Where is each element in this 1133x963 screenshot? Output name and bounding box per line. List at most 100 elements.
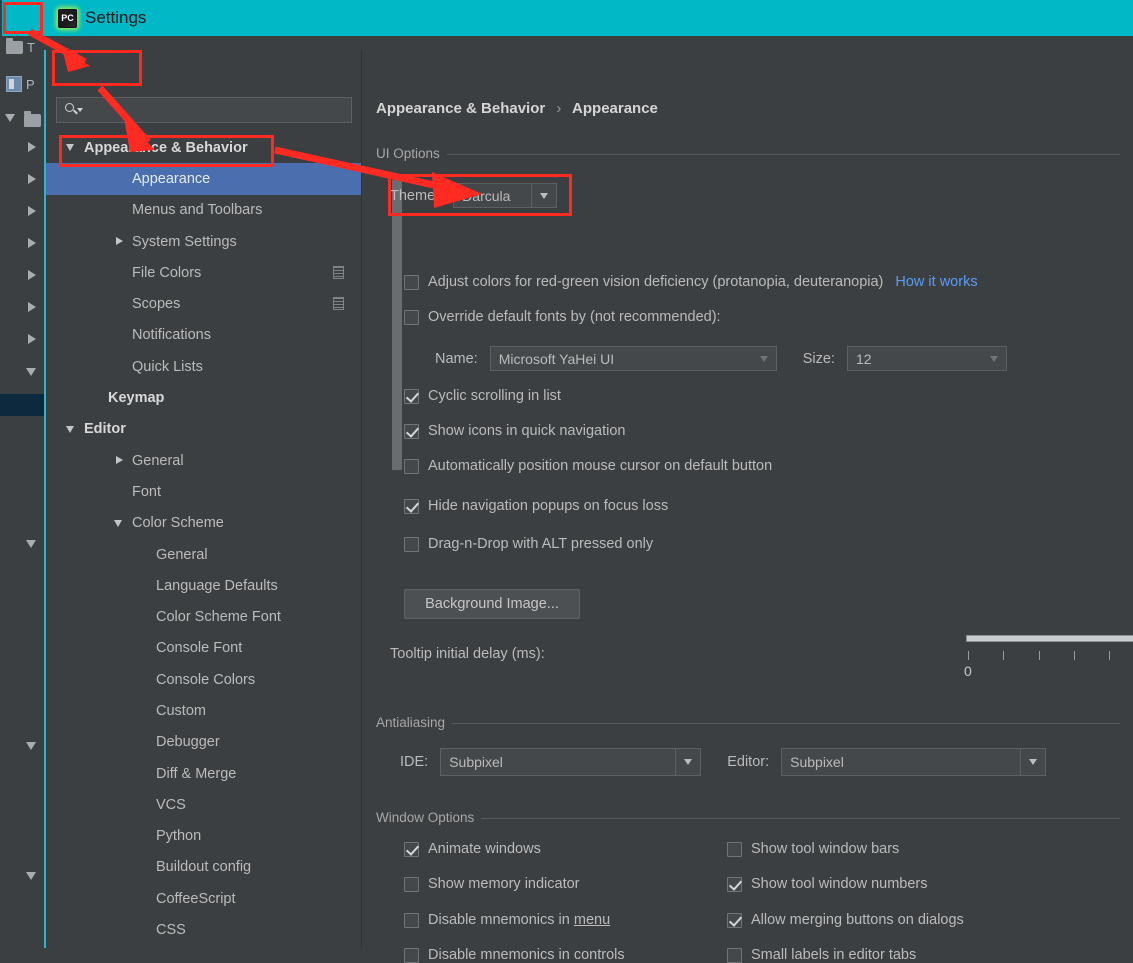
dialog-title: Settings <box>85 8 147 27</box>
checkbox-show-tool-window-numbers[interactable] <box>727 876 742 892</box>
tree-item-color-scheme[interactable]: Color Scheme <box>46 508 362 539</box>
config-scheme-icon[interactable] <box>333 297 344 311</box>
tree-item-font[interactable]: Font <box>46 476 362 507</box>
tree-item-general[interactable]: General <box>46 445 362 476</box>
ui-option-row[interactable]: Hide navigation popups on focus loss <box>404 498 668 514</box>
tree-item-debugger[interactable]: Debugger <box>46 727 362 758</box>
tree-item-label: Color Scheme Font <box>156 609 281 626</box>
checkbox-show-memory-indicator[interactable] <box>404 876 419 892</box>
tree-item-language-defaults[interactable]: Language Defaults <box>46 570 362 601</box>
window-option-row[interactable]: Small labels in editor tabs <box>727 947 916 963</box>
checkbox-drag-n-drop-with-alt-pressed-only[interactable] <box>404 536 419 552</box>
tree-item-general[interactable]: General <box>46 539 362 570</box>
checkbox-label: Cyclic scrolling in list <box>428 388 561 404</box>
chevron-down-icon[interactable] <box>675 749 700 775</box>
window-option-row[interactable]: Show tool window numbers <box>727 876 928 892</box>
window-option-row[interactable]: Allow merging buttons on dialogs <box>727 912 964 928</box>
tree-twisty-bg-10 <box>26 742 36 750</box>
how-it-works-link[interactable]: How it works <box>895 274 977 290</box>
window-option-row[interactable]: Disable mnemonics in menu <box>404 912 610 928</box>
tree-twisty-bg-6 <box>28 302 36 312</box>
adjust-colors-checkbox[interactable] <box>404 274 419 290</box>
tree-item-appearance[interactable]: Appearance <box>46 163 362 195</box>
settings-tree-panel: Appearance & Behavior Appearance Menus and… <box>46 50 362 948</box>
font-size-select[interactable]: 12 <box>846 346 1007 371</box>
window-options-title: Window Options <box>376 810 482 825</box>
slider-track[interactable] <box>966 635 1133 642</box>
window-option-row[interactable]: Show memory indicator <box>404 876 580 892</box>
chevron-down-icon[interactable] <box>982 347 1006 370</box>
chevron-down-icon[interactable] <box>66 144 74 151</box>
tree-item-vcs[interactable]: VCS <box>46 789 362 820</box>
tree-item-color-scheme-font[interactable]: Color Scheme Font <box>46 601 362 632</box>
background-image-button[interactable]: Background Image... <box>404 589 580 619</box>
chevron-down-icon[interactable] <box>531 184 556 207</box>
window-option-row[interactable]: Disable mnemonics in controls <box>404 947 625 963</box>
tree-item-label: General <box>156 546 208 563</box>
tree-item-quick-lists[interactable]: Quick Lists <box>46 351 362 382</box>
tree-item-console-colors[interactable]: Console Colors <box>46 664 362 695</box>
checkbox-allow-merging-buttons-on-dialogs[interactable] <box>727 912 742 928</box>
chevron-down-icon[interactable] <box>752 347 776 370</box>
tree-item-appearance-behavior[interactable]: Appearance & Behavior <box>46 132 362 163</box>
tooltip-delay-slider[interactable]: 0 1200 <box>954 627 1133 687</box>
tree-item-buildout-config[interactable]: Buildout config <box>46 852 362 883</box>
tool-window-button-p[interactable]: P <box>6 76 35 92</box>
search-icon <box>65 103 83 117</box>
editor-antialiasing-select[interactable]: Subpixel <box>781 748 1047 776</box>
checkbox-show-tool-window-bars[interactable] <box>727 841 742 857</box>
checkbox-hide-navigation-popups-on-focus-loss[interactable] <box>404 498 419 514</box>
tree-twisty-bg-5 <box>28 270 36 280</box>
tree-item-notifications[interactable]: Notifications <box>46 320 362 351</box>
tool-window-button-t[interactable]: T <box>6 38 35 55</box>
ui-option-row[interactable]: Drag-n-Drop with ALT pressed only <box>404 536 653 552</box>
breadcrumb-parent[interactable]: Appearance & Behavior <box>376 100 545 117</box>
ide-antialiasing-select[interactable]: Subpixel <box>440 748 702 776</box>
tree-item-scopes[interactable]: Scopes <box>46 288 362 319</box>
tree-item-system-settings[interactable]: System Settings <box>46 226 362 257</box>
theme-value: Darcula <box>462 187 511 204</box>
tree-item-css[interactable]: CSS <box>46 914 362 945</box>
tree-item-editor[interactable]: Editor <box>46 414 362 445</box>
tree-item-menus-and-toolbars[interactable]: Menus and Toolbars <box>46 195 362 226</box>
checkbox-automatically-position-mouse-cursor-on-default-button[interactable] <box>404 458 419 474</box>
checkbox-label: Show memory indicator <box>428 876 580 892</box>
window-option-row[interactable]: Animate windows <box>404 841 541 857</box>
tree-item-keymap[interactable]: Keymap <box>46 382 362 413</box>
checkbox-animate-windows[interactable] <box>404 841 419 857</box>
checkbox-disable-mnemonics-in-menu[interactable] <box>404 912 419 928</box>
tree-item-label: Console Font <box>156 640 243 657</box>
window-option-row[interactable]: Show tool window bars <box>727 841 899 857</box>
checkbox-label: Animate windows <box>428 841 541 857</box>
tree-item-console-font[interactable]: Console Font <box>46 633 362 664</box>
ui-option-row[interactable]: Automatically position mouse cursor on d… <box>404 458 772 474</box>
chevron-down-icon[interactable] <box>114 519 122 527</box>
checkbox-show-icons-in-quick-navigation[interactable] <box>404 423 419 439</box>
ui-option-row[interactable]: Show icons in quick navigation <box>404 423 625 439</box>
checkbox-small-labels-in-editor-tabs[interactable] <box>727 947 742 963</box>
chevron-right-icon[interactable] <box>116 455 123 464</box>
tree-item-label: Editor <box>84 421 126 438</box>
tree-item-diff-merge[interactable]: Diff & Merge <box>46 758 362 789</box>
tree-item-label: Custom <box>156 702 206 719</box>
theme-select[interactable]: Darcula <box>453 183 558 208</box>
chevron-right-icon[interactable] <box>116 236 123 245</box>
chevron-down-icon[interactable] <box>66 425 74 433</box>
slider-tick <box>1074 651 1075 660</box>
tree-item-custom[interactable]: Custom <box>46 695 362 726</box>
checkbox-cyclic-scrolling-in-list[interactable] <box>404 388 419 404</box>
chevron-down-icon[interactable] <box>1020 749 1045 775</box>
tree-item-python[interactable]: Python <box>46 821 362 852</box>
search-input[interactable] <box>56 97 352 123</box>
config-scheme-icon[interactable] <box>333 266 344 280</box>
checkbox-label: Show icons in quick navigation <box>428 423 626 439</box>
ui-option-row[interactable]: Cyclic scrolling in list <box>404 388 561 404</box>
override-fonts-checkbox[interactable] <box>404 309 419 325</box>
checkbox-disable-mnemonics-in-controls[interactable] <box>404 947 419 963</box>
tree-item-coffeescript[interactable]: CoffeeScript <box>46 883 362 914</box>
font-name-select[interactable]: Microsoft YaHei UI <box>489 346 777 371</box>
tree-item-label: Appearance <box>132 170 211 187</box>
slider-tick <box>1109 651 1111 660</box>
tool-window-label-p: P <box>26 76 35 92</box>
tree-item-file-colors[interactable]: File Colors <box>46 257 362 288</box>
